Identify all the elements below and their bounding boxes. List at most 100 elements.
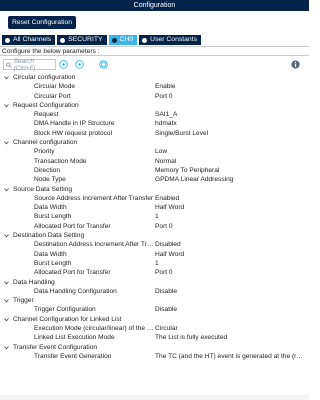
parameter-name: Execution Mode (circular/linear) of the …: [34, 325, 155, 333]
filter-icon[interactable]: [99, 60, 108, 69]
group-label: Trigger: [13, 297, 34, 305]
parameter-tree: Circular configuration Circular Mode Enabl…: [0, 73, 309, 361]
search-row: Search (Ctrl+F): [0, 58, 309, 72]
parameter-value[interactable]: hdmatx: [155, 119, 306, 128]
parameter-value[interactable]: Normal: [155, 157, 306, 166]
parameter-row[interactable]: Request SAI1_A: [0, 110, 309, 119]
parameter-row[interactable]: DMA Handle in IP Structure hdmatx: [0, 119, 309, 128]
parameter-value[interactable]: Single/Burst Level: [155, 129, 306, 138]
parameter-row[interactable]: Destination Address Increment After Tran…: [0, 240, 309, 249]
parameter-row[interactable]: Allocated Port for Transfer Port 0: [0, 268, 309, 277]
chevron-down-icon[interactable]: [4, 280, 9, 285]
info-icon[interactable]: [291, 60, 300, 69]
parameter-value[interactable]: Enable: [155, 82, 306, 91]
parameter-name: Source Address Increment After Transfer: [34, 194, 154, 202]
parameter-row[interactable]: Direction Memory To Peripheral: [0, 166, 309, 175]
chevron-down-icon[interactable]: [4, 140, 9, 145]
parameter-value[interactable]: 1: [155, 212, 306, 221]
parameter-row[interactable]: Source Address Increment After Transfer E…: [0, 194, 309, 203]
parameter-row[interactable]: Execution Mode (circular/linear) of the …: [0, 324, 309, 333]
parameter-name: Priority: [34, 148, 55, 156]
chevron-down-icon[interactable]: [4, 298, 9, 303]
parameter-row[interactable]: Transfer Event Generation The TC (and the…: [0, 352, 309, 361]
parameter-name: Linked List Execution Mode: [34, 334, 115, 342]
parameter-value[interactable]: Circular: [155, 324, 306, 333]
parameter-row[interactable]: Burst Length 1: [0, 212, 309, 221]
chevron-down-icon[interactable]: [4, 345, 9, 350]
group-header[interactable]: Channel configuration: [0, 138, 309, 147]
tab-security[interactable]: SECURITY: [57, 35, 107, 45]
chevron-down-icon[interactable]: [4, 317, 9, 322]
parameter-row[interactable]: Circular Port Port 0: [0, 92, 309, 101]
parameter-value[interactable]: Half Word: [155, 250, 306, 259]
group-header[interactable]: Transfer Event Configuration: [0, 343, 309, 352]
parameter-row[interactable]: Data Width Half Word: [0, 250, 309, 259]
group-header[interactable]: Request Configuration: [0, 101, 309, 110]
parameter-value[interactable]: Port 0: [155, 222, 306, 231]
parameter-row[interactable]: Allocated Port for Transfer Port 0: [0, 222, 309, 231]
search-icon: [6, 61, 12, 68]
parameter-name: Trigger Configuration: [34, 306, 96, 314]
parameter-value[interactable]: Memory To Peripheral: [155, 166, 306, 175]
parameter-row[interactable]: Priority Low: [0, 147, 309, 156]
parameter-value[interactable]: Port 0: [155, 268, 306, 277]
search-input[interactable]: Search (Ctrl+F): [3, 58, 56, 72]
parameter-value[interactable]: Enabled: [155, 194, 306, 203]
parameter-row[interactable]: Data Width Half Word: [0, 203, 309, 212]
group-header[interactable]: Source Data Setting: [0, 185, 309, 194]
parameter-name: Allocated Port for Transfer: [34, 222, 111, 230]
parameter-name: Data Width: [34, 204, 67, 212]
parameter-row[interactable]: Burst Length 1: [0, 259, 309, 268]
parameter-name: Transfer Event Generation: [34, 352, 112, 360]
parameter-row[interactable]: Circular Mode Enable: [0, 82, 309, 91]
parameter-row[interactable]: Linked List Execution Mode The List is fu…: [0, 333, 309, 342]
parameter-row[interactable]: Data Handling Configuration Disable: [0, 287, 309, 296]
group-header[interactable]: Destination Data Setting: [0, 231, 309, 240]
parameter-row[interactable]: Block HW request protocol Single/Burst Le…: [0, 129, 309, 138]
parameter-name: Direction: [34, 166, 61, 174]
parameter-value[interactable]: Disabled: [155, 240, 306, 249]
tab-ch0[interactable]: CH0: [108, 35, 138, 45]
configure-hint: Configure the below parameters :: [0, 46, 309, 56]
parameter-name: Data Handling Configuration: [34, 287, 117, 295]
parameter-name: Destination Address Increment After Tran…: [34, 241, 155, 249]
chevron-down-icon[interactable]: [4, 103, 9, 108]
parameter-value[interactable]: Low: [155, 147, 306, 156]
chevron-down-icon[interactable]: [4, 187, 9, 192]
parameter-value[interactable]: GPDMA Linear Addressing: [155, 175, 306, 184]
parameter-value[interactable]: Disable: [155, 287, 306, 296]
parameter-value[interactable]: The List is fully executed: [155, 333, 306, 342]
parameter-name: Transaction Mode: [34, 157, 87, 165]
group-label: Data Handling: [13, 278, 55, 286]
search-previous-icon[interactable]: [59, 60, 68, 69]
tab-bar: All Channels SECURITY CH0 User Constants: [0, 35, 309, 45]
parameter-row[interactable]: Transaction Mode Normal: [0, 157, 309, 166]
group-header[interactable]: Channel Configuration for Linked List: [0, 315, 309, 324]
group-label: Destination Data Setting: [13, 232, 85, 240]
reset-configuration-button[interactable]: Reset Configuration: [8, 16, 76, 29]
tab-dot-icon: [60, 37, 66, 43]
parameter-row[interactable]: Node Type GPDMA Linear Addressing: [0, 175, 309, 184]
group-header[interactable]: Trigger: [0, 296, 309, 305]
group-label: Transfer Event Configuration: [13, 343, 98, 351]
parameter-value[interactable]: Disable: [155, 305, 306, 314]
parameter-value[interactable]: Port 0: [155, 92, 306, 101]
tab-all-channels[interactable]: All Channels: [2, 35, 56, 45]
parameter-name: Request: [34, 111, 59, 119]
tab-label: CH0: [119, 36, 134, 43]
parameter-value[interactable]: Half Word: [155, 203, 306, 212]
group-label: Channel Configuration for Linked List: [13, 315, 122, 323]
parameter-value[interactable]: SAI1_A: [155, 110, 306, 119]
group-header[interactable]: Data Handling: [0, 278, 309, 287]
parameter-value[interactable]: 1: [155, 259, 306, 268]
search-next-icon[interactable]: [75, 60, 84, 69]
tab-user-constants[interactable]: User Constants: [139, 35, 201, 45]
parameter-row[interactable]: Trigger Configuration Disable: [0, 305, 309, 314]
parameter-name: DMA Handle in IP Structure: [34, 120, 115, 128]
parameter-name: Allocated Port for Transfer: [34, 269, 111, 277]
tab-dot-icon: [5, 37, 10, 43]
chevron-down-icon[interactable]: [4, 233, 9, 238]
chevron-down-icon[interactable]: [4, 75, 9, 80]
parameter-value[interactable]: The TC (and the HT) event is generated a…: [155, 352, 306, 361]
group-header[interactable]: Circular configuration: [0, 73, 309, 82]
